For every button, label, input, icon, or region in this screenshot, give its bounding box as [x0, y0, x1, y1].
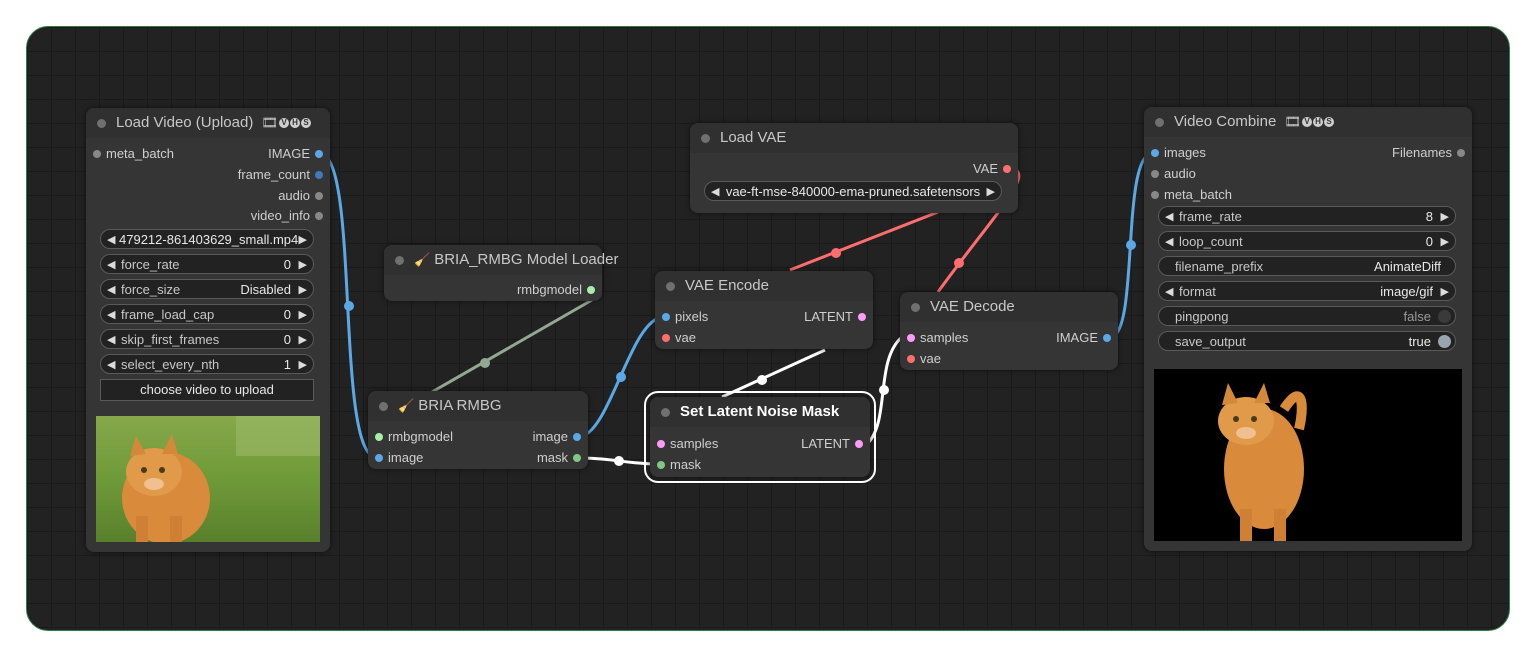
collapse-dot[interactable] [666, 282, 675, 291]
input-vae[interactable]: vae [907, 349, 941, 369]
video-select[interactable]: ◀ 479212-861403629_small.mp4 ▶ [100, 229, 314, 249]
output-preview [1154, 369, 1462, 541]
brush-icon: 🧹 [398, 398, 415, 413]
node-rmbg-model-loader[interactable]: 🧹 BRIA_RMBG Model Loader rmbgmodel [384, 245, 618, 301]
frame-load-cap-widget[interactable]: ◀ frame_load_cap 0 ▶ [100, 304, 314, 324]
output-image[interactable]: IMAGE [1056, 328, 1111, 348]
filename-prefix-widget[interactable]: filename_prefix AnimateDiff [1158, 256, 1456, 276]
input-pixels[interactable]: pixels [662, 307, 708, 327]
input-mask[interactable]: mask [657, 455, 701, 475]
output-latent[interactable]: LATENT [801, 434, 863, 454]
output-image[interactable]: IMAGE [268, 144, 323, 164]
force-size-widget[interactable]: ◀ force_size Disabled ▶ [100, 279, 314, 299]
input-image[interactable]: image [375, 448, 423, 468]
collapse-dot[interactable] [395, 256, 404, 265]
collapse-dot[interactable] [701, 134, 710, 143]
h-badge-icon: H [290, 118, 301, 128]
output-frame-count[interactable]: frame_count [238, 165, 323, 185]
v-badge-icon: V [1301, 117, 1312, 127]
vae-name-select[interactable]: ◀ vae-ft-mse-840000-ema-pruned.safetensor… [704, 181, 1002, 201]
node-title[interactable]: Video Combine 🎞 V H S [1144, 107, 1472, 137]
save-output-toggle[interactable]: save_output true [1158, 331, 1456, 351]
choose-video-upload-button[interactable]: choose video to upload [100, 379, 314, 401]
node-title[interactable]: VAE Decode [900, 292, 1118, 322]
h-badge-icon: H [1312, 117, 1323, 127]
input-samples[interactable]: samples [907, 328, 968, 348]
input-rmbgmodel[interactable]: rmbgmodel [375, 427, 453, 447]
node-title[interactable]: Set Latent Noise Mask [650, 397, 870, 427]
frame-rate-widget[interactable]: ◀ frame_rate 8 ▶ [1158, 206, 1456, 226]
input-meta-batch[interactable]: meta_batch [93, 144, 174, 164]
film-icon: 🎞 [261, 115, 279, 130]
s-badge-icon: S [301, 118, 312, 128]
input-vae[interactable]: vae [662, 328, 696, 348]
output-audio[interactable]: audio [278, 186, 323, 206]
video-preview [96, 416, 320, 542]
input-audio[interactable]: audio [1151, 164, 1196, 184]
output-latent[interactable]: LATENT [804, 307, 866, 327]
node-title[interactable]: Load Video (Upload) 🎞 V H S [86, 108, 330, 138]
output-rmbgmodel[interactable]: rmbgmodel [517, 280, 595, 300]
node-vae-encode[interactable]: VAE Encode pixels vae LATENT [655, 271, 873, 349]
brush-icon: 🧹 [414, 252, 431, 267]
select-every-nth-widget[interactable]: ◀ select_every_nth 1 ▶ [100, 354, 314, 374]
input-samples[interactable]: samples [657, 434, 718, 454]
loop-count-widget[interactable]: ◀ loop_count 0 ▶ [1158, 231, 1456, 251]
node-title-text: Load Video (Upload) [116, 114, 254, 131]
output-vae[interactable]: VAE [973, 159, 1011, 179]
input-meta-batch[interactable]: meta_batch [1151, 185, 1232, 205]
node-title[interactable]: 🧹 BRIA_RMBG Model Loader [384, 245, 618, 275]
pingpong-toggle[interactable]: pingpong false [1158, 306, 1456, 326]
collapse-dot[interactable] [661, 408, 670, 417]
node-video-combine[interactable]: Video Combine 🎞 V H S images audio meta_bat… [1144, 107, 1472, 551]
node-load-video[interactable]: Load Video (Upload) 🎞 V H S meta_batch IMAG… [86, 108, 330, 552]
node-vae-decode[interactable]: VAE Decode samples vae IMAGE [900, 292, 1118, 370]
format-widget[interactable]: ◀ format image/gif ▶ [1158, 281, 1456, 301]
film-icon: 🎞 [1284, 114, 1301, 129]
node-bria-rmbg[interactable]: 🧹 BRIA RMBG rmbgmodel image image mask [368, 391, 588, 469]
output-video-info[interactable]: video_info [251, 206, 323, 226]
s-badge-icon: S [1323, 117, 1334, 127]
node-load-vae[interactable]: Load VAE VAE ◀ vae-ft-mse-840000-ema-prun… [690, 123, 1018, 213]
force-rate-widget[interactable]: ◀ force_rate 0 ▶ [100, 254, 314, 274]
output-filenames[interactable]: Filenames [1392, 143, 1465, 163]
collapse-dot[interactable] [379, 402, 388, 411]
input-images[interactable]: images [1151, 143, 1206, 163]
skip-first-frames-widget[interactable]: ◀ skip_first_frames 0 ▶ [100, 329, 314, 349]
output-mask[interactable]: mask [537, 448, 581, 468]
output-image[interactable]: image [533, 427, 581, 447]
collapse-dot[interactable] [97, 119, 106, 128]
v-badge-icon: V [279, 118, 290, 128]
node-set-latent-noise-mask[interactable]: Set Latent Noise Mask samples mask LATEN… [644, 391, 876, 483]
collapse-dot[interactable] [911, 303, 920, 312]
node-title[interactable]: 🧹 BRIA RMBG [368, 391, 588, 421]
node-title[interactable]: Load VAE [690, 123, 1018, 153]
node-title[interactable]: VAE Encode [655, 271, 873, 301]
collapse-dot[interactable] [1155, 118, 1164, 127]
